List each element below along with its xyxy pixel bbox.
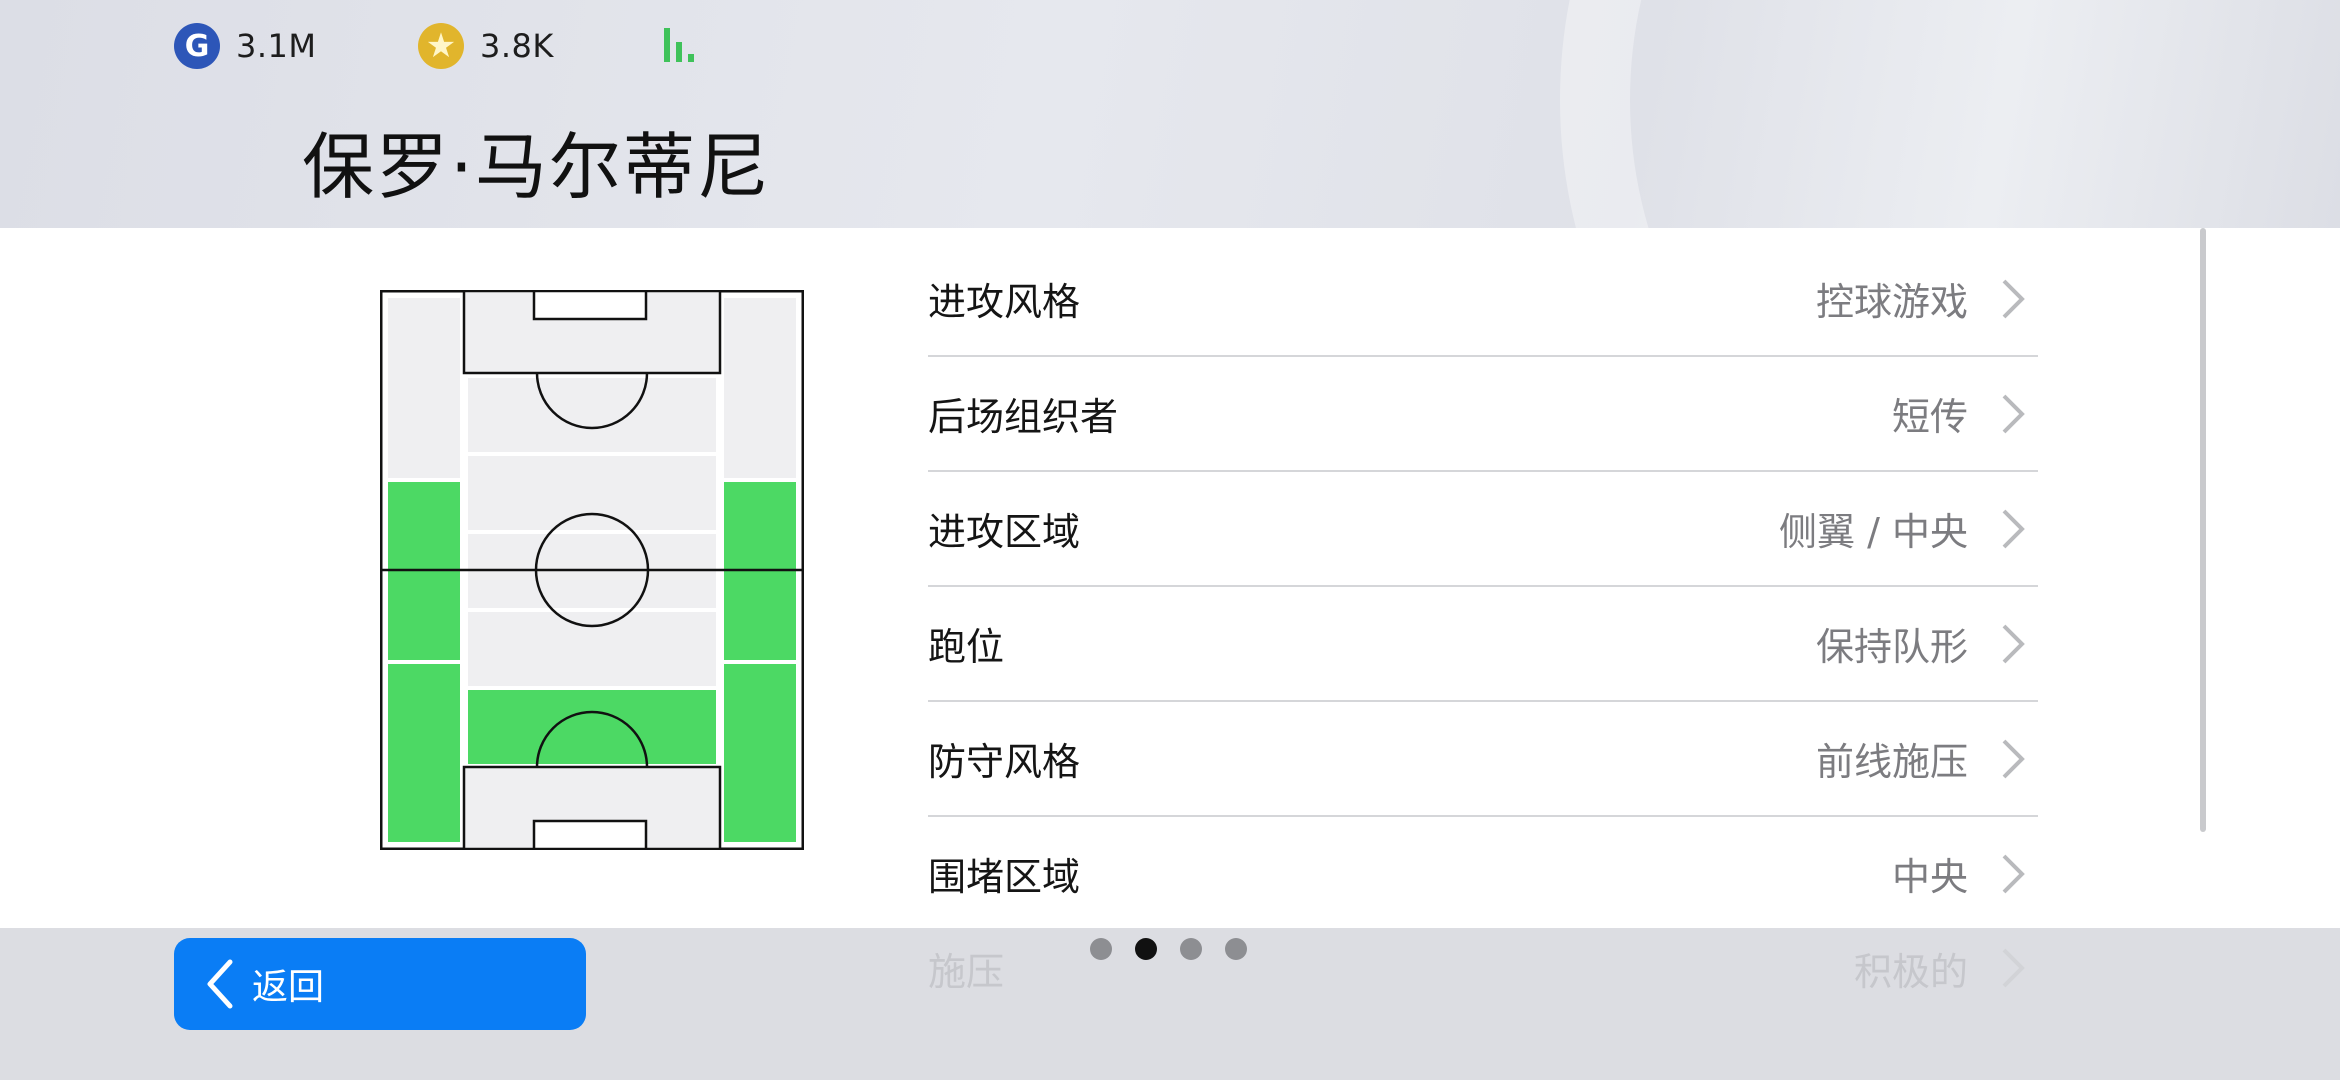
zone-right-lower (724, 664, 796, 842)
bottom-goal-box (532, 819, 648, 850)
row-label: 围堵区域 (928, 855, 1081, 899)
row-value: 积极的 (1853, 949, 1968, 994)
top-goal-box (532, 290, 648, 321)
row-value: 中央 (1891, 855, 1968, 899)
settings-row-defensive-style[interactable]: 防守风格 前线施压 (928, 702, 2038, 817)
row-value: 保持队形 (1815, 625, 1968, 669)
row-label: 跑位 (928, 625, 1005, 669)
zone-central-upper-mid (468, 456, 716, 530)
page-dot-1[interactable] (1090, 938, 1112, 960)
row-label: 后场组织者 (928, 395, 1119, 439)
chevron-right-icon (2002, 624, 2025, 663)
zone-left-upper (388, 298, 460, 478)
tactics-settings-list: 进攻风格 控球游戏 后场组织者 短传 进攻区域 侧翼 / 中央 跑位 保持队形 … (928, 242, 2038, 932)
page-dot-3[interactable] (1180, 938, 1202, 960)
pitch-diagram (380, 290, 804, 850)
row-label: 进攻区域 (928, 510, 1081, 554)
back-button-label: 返回 (252, 967, 325, 1008)
settings-row-containment-area[interactable]: 围堵区域 中央 (928, 817, 2038, 932)
zone-central-attack (468, 378, 716, 452)
zone-left-lower (388, 664, 460, 842)
settings-row-attacking-area[interactable]: 进攻区域 侧翼 / 中央 (928, 472, 2038, 587)
zone-central-lower-mid (468, 612, 716, 686)
page-dot-4[interactable] (1225, 938, 1247, 960)
star-coin-icon: ★ (418, 23, 464, 69)
chevron-right-icon (2002, 948, 2025, 988)
back-button[interactable]: 返回 (174, 938, 586, 1030)
gp-balance: G 3.1M (174, 22, 317, 70)
chevron-right-icon (2002, 279, 2025, 318)
chevron-left-icon (207, 959, 233, 1009)
gp-value: 3.1M (236, 27, 317, 65)
settings-row-attacking-style[interactable]: 进攻风格 控球游戏 (928, 242, 2038, 357)
settings-row-positioning[interactable]: 跑位 保持队形 (928, 587, 2038, 702)
header-decoration (1560, 0, 2340, 228)
row-value: 短传 (1891, 395, 1968, 439)
player-name: 保罗·马尔蒂尼 (302, 125, 771, 209)
zone-central-defensive (468, 690, 716, 764)
row-value: 前线施压 (1815, 740, 1968, 784)
chevron-right-icon (2002, 394, 2025, 433)
row-value: 控球游戏 (1815, 280, 1968, 324)
page-indicator (1090, 938, 1270, 962)
settings-row-build-up[interactable]: 后场组织者 短传 (928, 357, 2038, 472)
row-label: 进攻风格 (928, 280, 1081, 324)
row-label: 施压 (928, 949, 1005, 994)
signal-strength-icon (664, 28, 704, 62)
chevron-right-icon (2002, 854, 2025, 893)
coin-value: 3.8K (480, 27, 554, 65)
row-value: 侧翼 / 中央 (1779, 510, 1968, 554)
chevron-right-icon (2002, 509, 2025, 548)
scrollbar[interactable] (2200, 228, 2206, 832)
zone-right-upper (724, 298, 796, 478)
g-coin-icon: G (174, 23, 220, 69)
top-header: G 3.1M ★ 3.8K 保罗·马尔蒂尼 (0, 0, 2340, 228)
page-dot-2[interactable] (1135, 938, 1157, 960)
chevron-right-icon (2002, 739, 2025, 778)
row-label: 防守风格 (928, 740, 1081, 784)
coin-balance: ★ 3.8K (418, 22, 554, 70)
